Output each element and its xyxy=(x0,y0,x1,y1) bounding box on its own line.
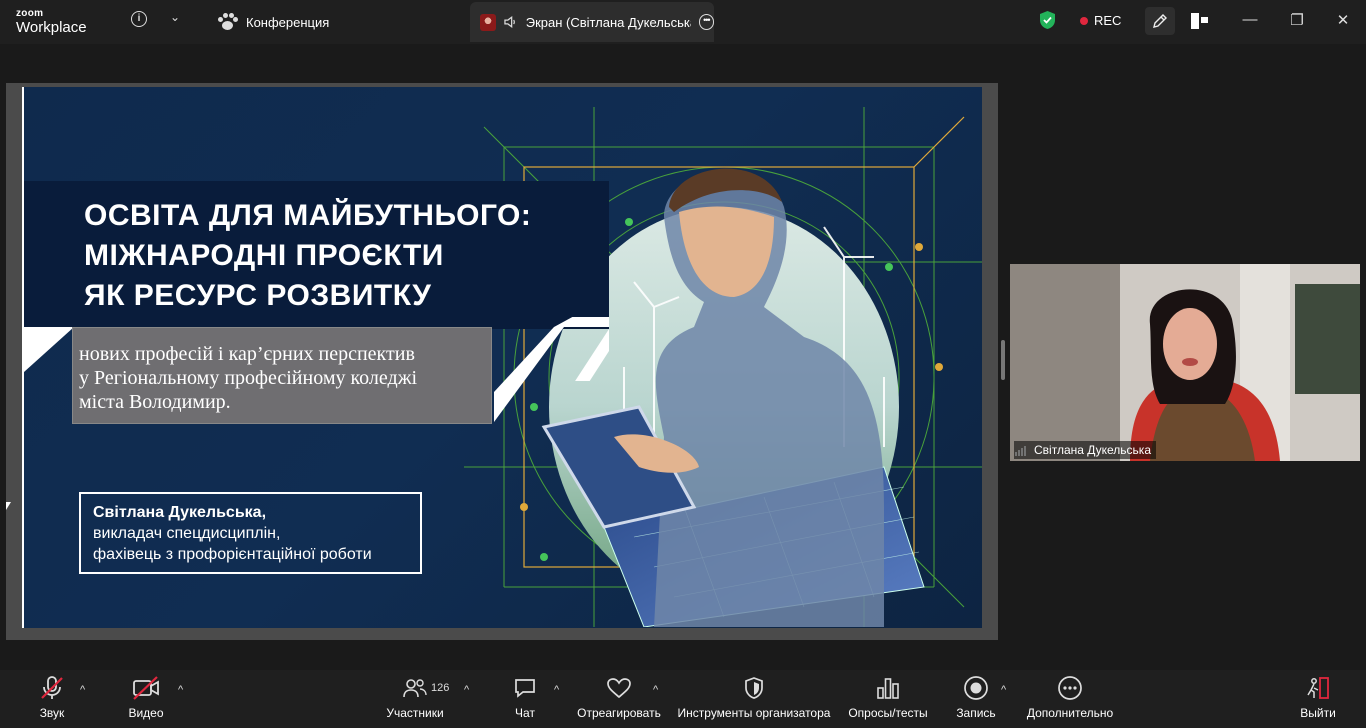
slide-title-box: ОСВІТА ДЛЯ МАЙБУТНЬОГО: МІЖНАРОДНІ ПРОЄК… xyxy=(24,181,609,329)
audio-button[interactable]: Звук xyxy=(32,670,72,728)
mouse-cursor xyxy=(6,502,11,510)
record-label: Запись xyxy=(956,706,996,720)
meeting-toolbar: Звук ^ Видео ^ Участники 126 ^ Чат ^ Отр… xyxy=(0,670,1366,728)
participant-video xyxy=(1010,264,1360,461)
slide-title-line-3: ЯК РЕСУРС РОЗВИТКУ xyxy=(84,279,432,312)
participants-button[interactable]: Участники xyxy=(384,670,446,728)
more-dots-icon xyxy=(1058,676,1082,700)
presentation-slide: ОСВІТА ДЛЯ МАЙБУТНЬОГО: МІЖНАРОДНІ ПРОЄК… xyxy=(22,87,982,628)
tab-screen-share[interactable]: Экран (Світлана Дукельська ••• xyxy=(470,2,714,42)
brand-bottom: Workplace xyxy=(16,19,87,36)
view-layout-icon[interactable] xyxy=(1190,12,1210,30)
participants-icon xyxy=(403,679,427,698)
microphone-muted-icon xyxy=(41,676,63,699)
record-button[interactable]: Запись xyxy=(954,670,998,728)
avatar xyxy=(480,13,497,31)
slide-subtitle-line-2: у Регіональному професійному коледжі xyxy=(79,367,418,389)
info-icon[interactable]: i xyxy=(131,11,147,27)
tab-screen-label: Экран (Світлана Дукельська xyxy=(525,14,691,30)
leave-label: Выйти xyxy=(1300,706,1336,720)
audio-options-chevron-icon[interactable]: ^ xyxy=(80,684,85,696)
video-button[interactable]: Видео xyxy=(124,670,168,728)
annotate-button[interactable] xyxy=(1145,7,1175,35)
bar-chart-icon xyxy=(877,678,899,699)
tab-conference[interactable]: Конференция xyxy=(216,2,329,42)
author-name: Світлана Дукельська, xyxy=(93,504,267,521)
camera-off-icon xyxy=(133,676,159,700)
chat-options-chevron-icon[interactable]: ^ xyxy=(554,684,559,696)
host-tools-label: Инструменты организатора xyxy=(677,706,831,720)
close-icon[interactable]: ✕ xyxy=(1333,11,1353,29)
pencil-icon xyxy=(1153,14,1167,28)
record-options-chevron-icon[interactable]: ^ xyxy=(1001,684,1006,696)
participants-label: Участники xyxy=(386,706,444,720)
more-label: Дополнительно xyxy=(1026,706,1114,720)
participant-video-tile[interactable]: Світлана Дукельська xyxy=(1010,264,1360,461)
encryption-shield-icon[interactable] xyxy=(1040,11,1055,29)
record-icon xyxy=(964,676,988,700)
slide-subtitle-line-3: міста Володимир. xyxy=(79,391,231,413)
recording-indicator[interactable]: REC xyxy=(1080,13,1121,28)
participant-name: Світлана Дукельська xyxy=(1014,441,1156,459)
host-tools-button[interactable]: Инструменты организатора xyxy=(676,670,832,728)
resize-handle[interactable] xyxy=(1001,340,1005,380)
author-box: Світлана Дукельська, викладач спецдисцип… xyxy=(79,492,422,574)
shield-icon xyxy=(745,677,763,699)
speaker-icon xyxy=(504,15,516,29)
heart-icon xyxy=(607,678,631,699)
video-options-chevron-icon[interactable]: ^ xyxy=(178,684,183,696)
react-label: Отреагировать xyxy=(577,706,661,720)
paw-icon xyxy=(216,13,238,31)
react-options-chevron-icon[interactable]: ^ xyxy=(653,684,658,696)
shared-screen: ОСВІТА ДЛЯ МАЙБУТНЬОГО: МІЖНАРОДНІ ПРОЄК… xyxy=(6,83,998,640)
react-button[interactable]: Отреагировать xyxy=(576,670,662,728)
rec-dot-icon xyxy=(1080,16,1088,25)
chat-label: Чат xyxy=(515,706,535,720)
author-role-2: фахівець з профорієнтаційної роботи xyxy=(93,546,372,563)
zoom-workplace-logo: zoom Workplace xyxy=(16,8,87,36)
rec-label: REC xyxy=(1094,13,1122,28)
brand-top: zoom xyxy=(16,8,44,19)
restore-icon[interactable]: ❐ xyxy=(1287,11,1307,29)
slide-subtitle-box: нових професій і кар’єрних перспектив у … xyxy=(72,327,492,424)
slide-subtitle-line-1: нових професій і кар’єрних перспектив xyxy=(79,343,415,365)
more-button[interactable]: Дополнительно xyxy=(1024,670,1116,728)
chevron-down-icon[interactable]: ⌄ xyxy=(170,10,180,24)
leave-door-icon xyxy=(1307,677,1329,699)
slide-title-line-2: МІЖНАРОДНІ ПРОЄКТИ xyxy=(84,239,444,272)
polls-button[interactable]: Опросы/тесты xyxy=(846,670,930,728)
slide-title-line-1: ОСВІТА ДЛЯ МАЙБУТНЬОГО: xyxy=(84,199,532,232)
chat-icon xyxy=(515,679,535,698)
title-bar: zoom Workplace i ⌄ Конференция Экран (Св… xyxy=(0,0,1366,44)
more-options-icon[interactable]: ••• xyxy=(698,14,714,30)
audio-label: Звук xyxy=(39,706,65,720)
participants-options-chevron-icon[interactable]: ^ xyxy=(464,684,469,696)
minimize-icon[interactable]: — xyxy=(1240,11,1260,28)
participants-count: 126 xyxy=(431,682,450,694)
leave-button[interactable]: Выйти xyxy=(1298,670,1338,728)
author-role-1: викладач спецдисциплін, xyxy=(93,525,281,542)
chat-button[interactable]: Чат xyxy=(508,670,542,728)
video-label: Видео xyxy=(128,706,164,720)
tab-conference-label: Конференция xyxy=(246,14,330,30)
polls-label: Опросы/тесты xyxy=(848,706,928,720)
